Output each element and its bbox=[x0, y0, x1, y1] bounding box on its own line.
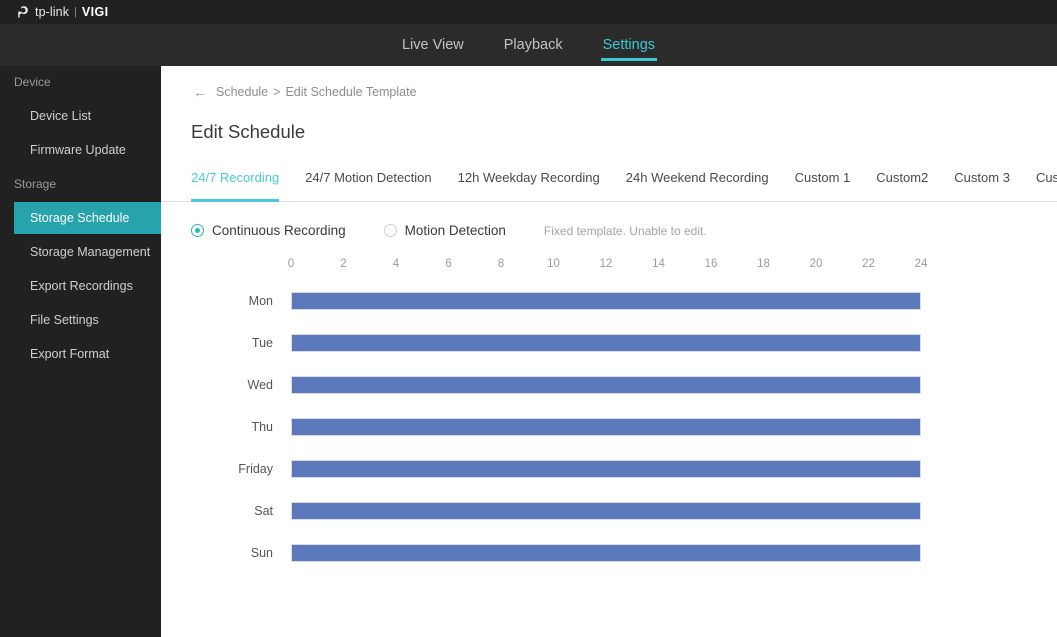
schedule-row: Sat bbox=[161, 490, 1057, 532]
breadcrumb: ← Schedule > Edit Schedule Template bbox=[193, 85, 417, 99]
axis-tick-8: 8 bbox=[497, 258, 505, 270]
schedule-row: Mon bbox=[161, 280, 1057, 322]
brand-name: tp-link bbox=[35, 4, 70, 19]
schedule-bar[interactable] bbox=[291, 460, 921, 478]
axis-tick-14: 14 bbox=[652, 258, 665, 270]
radio-motion-detection-label: Motion Detection bbox=[404, 223, 506, 238]
axis-tick-18: 18 bbox=[757, 258, 770, 270]
time-axis: 0 2 4 6 8 10 12 14 16 18 20 22 24 bbox=[287, 258, 928, 280]
logo-bar: tp-link | VIGI bbox=[0, 0, 1057, 24]
tab-custom-1[interactable]: Custom 1 bbox=[795, 170, 851, 201]
tab-12h-weekday-recording[interactable]: 12h Weekday Recording bbox=[458, 170, 600, 201]
sidebar-item-storage-management[interactable]: Storage Management bbox=[0, 236, 161, 268]
axis-tick-16: 16 bbox=[704, 258, 718, 270]
axis-tick-20: 20 bbox=[809, 258, 823, 270]
nav-item-playback[interactable]: Playback bbox=[502, 24, 565, 66]
schedule-grid: 0 2 4 6 8 10 12 14 16 18 20 22 24 Mon Tue Wed Thu Friday… bbox=[161, 258, 1057, 574]
axis-tick-10: 10 bbox=[547, 258, 560, 270]
day-label-tue: Tue bbox=[251, 336, 273, 350]
tab-24-7-motion-detection[interactable]: 24/7 Motion Detection bbox=[305, 170, 431, 201]
axis-tick-6: 6 bbox=[445, 258, 452, 270]
sidebar-group-storage: Storage bbox=[14, 177, 57, 191]
schedule-row: Tue bbox=[161, 322, 1057, 364]
content-panel: ← Schedule > Edit Schedule Template Edit… bbox=[161, 66, 1057, 637]
day-track-wed[interactable] bbox=[291, 376, 921, 394]
day-label-thu: Thu bbox=[251, 420, 273, 434]
schedule-bar[interactable] bbox=[291, 502, 921, 520]
schedule-rows: Mon Tue Wed Thu Friday Sat Sun bbox=[161, 280, 1057, 574]
nav-item-settings[interactable]: Settings bbox=[600, 24, 658, 66]
tp-link-logo-icon bbox=[14, 4, 31, 21]
day-label-wed: Wed bbox=[247, 378, 273, 392]
brand-logo[interactable]: tp-link | VIGI bbox=[14, 0, 109, 24]
tab-custom-4[interactable]: Custom 4 bbox=[1036, 170, 1057, 201]
brand-product: VIGI bbox=[81, 4, 109, 19]
day-track-thu[interactable] bbox=[291, 418, 921, 436]
axis-tick-2: 2 bbox=[340, 258, 347, 270]
sidebar-item-export-recordings[interactable]: Export Recordings bbox=[0, 270, 161, 302]
axis-tick-22: 22 bbox=[862, 258, 875, 270]
radio-continuous-recording-label: Continuous Recording bbox=[212, 223, 346, 238]
axis-tick-24: 24 bbox=[914, 258, 928, 270]
breadcrumb-root[interactable]: Schedule bbox=[216, 85, 268, 99]
breadcrumb-separator: > bbox=[273, 85, 281, 99]
sidebar-item-device-list[interactable]: Device List bbox=[0, 100, 161, 132]
breadcrumb-current: Edit Schedule Template bbox=[285, 85, 417, 99]
sidebar-item-export-format[interactable]: Export Format bbox=[0, 338, 161, 370]
fixed-template-hint: Fixed template. Unable to edit. bbox=[543, 223, 707, 238]
page-title: Edit Schedule bbox=[191, 121, 306, 142]
sidebar-item-file-settings[interactable]: File Settings bbox=[0, 304, 161, 336]
schedule-row: Sun bbox=[161, 532, 1057, 574]
tab-custom-2[interactable]: Custom2 bbox=[876, 170, 928, 201]
back-arrow-icon[interactable]: ← bbox=[193, 85, 207, 99]
brand-divider: | bbox=[74, 5, 77, 18]
template-tabs: 24/7 Recording 24/7 Motion Detection 12h… bbox=[161, 170, 1057, 202]
day-track-sat[interactable] bbox=[291, 502, 921, 520]
schedule-row: Friday bbox=[161, 448, 1057, 490]
radio-continuous-recording[interactable]: Continuous Recording bbox=[191, 223, 346, 238]
tab-24h-weekend-recording[interactable]: 24h Weekend Recording bbox=[626, 170, 769, 201]
schedule-bar[interactable] bbox=[291, 376, 921, 394]
schedule-row: Thu bbox=[161, 406, 1057, 448]
day-label-friday: Friday bbox=[238, 462, 273, 476]
sidebar-item-firmware-update[interactable]: Firmware Update bbox=[0, 134, 161, 166]
nav-item-live-view[interactable]: Live View bbox=[400, 24, 466, 66]
schedule-row: Wed bbox=[161, 364, 1057, 406]
recording-mode-row: Continuous Recording Motion Detection Fi… bbox=[191, 223, 707, 238]
sidebar-group-device: Device bbox=[14, 75, 51, 89]
top-nav-items: Live View Playback Settings bbox=[400, 24, 658, 66]
tab-custom-3[interactable]: Custom 3 bbox=[954, 170, 1010, 201]
schedule-bar[interactable] bbox=[291, 292, 921, 310]
radio-selected-icon bbox=[191, 224, 204, 237]
schedule-bar[interactable] bbox=[291, 544, 921, 562]
top-navigation: Live View Playback Settings bbox=[0, 24, 1057, 66]
day-track-mon[interactable] bbox=[291, 292, 921, 310]
schedule-bar[interactable] bbox=[291, 334, 921, 352]
sidebar: Device Device List Firmware Update Stora… bbox=[0, 66, 161, 637]
axis-tick-4: 4 bbox=[392, 258, 400, 270]
sidebar-item-storage-schedule[interactable]: Storage Schedule bbox=[14, 202, 161, 234]
day-label-mon: Mon bbox=[248, 294, 273, 308]
radio-motion-detection[interactable]: Motion Detection bbox=[383, 223, 506, 238]
axis-tick-0: 0 bbox=[287, 258, 295, 270]
day-track-tue[interactable] bbox=[291, 334, 921, 352]
day-label-sun: Sun bbox=[250, 546, 273, 560]
day-track-friday[interactable] bbox=[291, 460, 921, 478]
tab-24-7-recording[interactable]: 24/7 Recording bbox=[191, 170, 280, 202]
day-label-sat: Sat bbox=[254, 504, 273, 518]
schedule-bar[interactable] bbox=[291, 418, 921, 436]
axis-tick-12: 12 bbox=[599, 258, 613, 270]
radio-unselected-icon bbox=[383, 224, 397, 237]
day-track-sun[interactable] bbox=[291, 544, 921, 562]
